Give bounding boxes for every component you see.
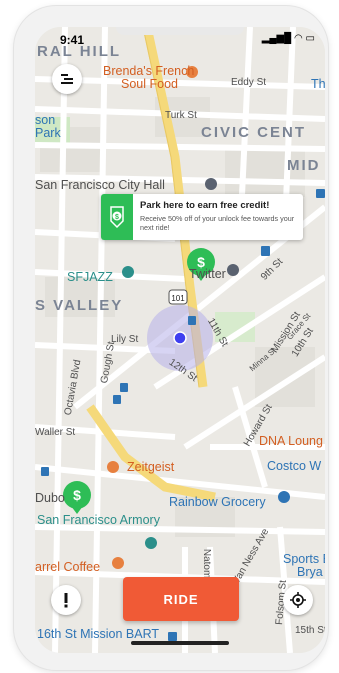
poi-label: Twitter bbox=[189, 267, 226, 281]
street-label: Eddy St bbox=[231, 77, 267, 88]
status-icons: ▂▄▆█ ◠ ▭ bbox=[261, 33, 315, 44]
svg-text:101: 101 bbox=[171, 294, 185, 303]
parking-credit-popup[interactable]: $ Park here to earn free credit! Receive… bbox=[101, 194, 303, 240]
menu-button[interactable] bbox=[52, 64, 82, 94]
crosshair-icon bbox=[290, 592, 306, 608]
svg-text:$: $ bbox=[115, 214, 119, 221]
poi-label: DNA Loung bbox=[259, 434, 323, 448]
poi-label: Sports Ba bbox=[283, 552, 325, 566]
status-bar: 9:41 ▂▄▆█ ◠ ▭ bbox=[35, 27, 325, 49]
poi-label: Th bbox=[311, 77, 325, 91]
district-label: CIVIC CENT bbox=[201, 124, 307, 141]
poi-label: San Francisco City Hall bbox=[35, 178, 165, 192]
poi-label: SFJAZZ bbox=[67, 270, 113, 284]
popup-icon-panel: $ bbox=[101, 194, 133, 240]
menu-icon bbox=[61, 74, 73, 84]
poi-label: San Francisco Armory bbox=[37, 513, 160, 527]
notch bbox=[116, 27, 244, 35]
poi-label: son bbox=[35, 113, 56, 127]
status-time: 9:41 bbox=[60, 33, 85, 47]
district-label: MID bbox=[287, 157, 321, 174]
popup-title: Park here to earn free credit! bbox=[140, 200, 270, 211]
poi-label: Brya bbox=[297, 565, 323, 579]
district-label: S VALLEY bbox=[35, 297, 124, 314]
popup-body: Receive 50% off of your unlock fee towar… bbox=[140, 214, 295, 232]
poi-label: Brenda's French bbox=[103, 64, 195, 78]
home-indicator[interactable] bbox=[131, 641, 229, 645]
street-label: Turk St bbox=[165, 110, 197, 121]
poi-label: 16th St Mission BART bbox=[37, 627, 160, 641]
alert-icon bbox=[64, 593, 68, 608]
street-label: 15th St bbox=[295, 625, 325, 636]
poi-label: Park bbox=[35, 126, 61, 140]
app-screen: 101 $ $ RAL HILL CIVIC CENT MID S VALLEY… bbox=[35, 27, 325, 653]
poi-label: Costco W bbox=[267, 459, 322, 473]
ride-button[interactable]: RIDE bbox=[123, 577, 239, 621]
poi-label: arrel Coffee bbox=[35, 560, 101, 574]
dollar-icon: $ bbox=[110, 206, 124, 229]
poi-label: Zeitgeist bbox=[127, 460, 175, 474]
poi-label: Soul Food bbox=[121, 77, 178, 91]
svg-text:$: $ bbox=[73, 487, 81, 503]
locate-button[interactable] bbox=[283, 585, 313, 615]
poi-label: Dubo bbox=[35, 491, 65, 505]
poi-label: Rainbow Grocery bbox=[169, 495, 266, 509]
street-label: Waller St bbox=[35, 427, 76, 438]
report-button[interactable] bbox=[51, 585, 81, 615]
